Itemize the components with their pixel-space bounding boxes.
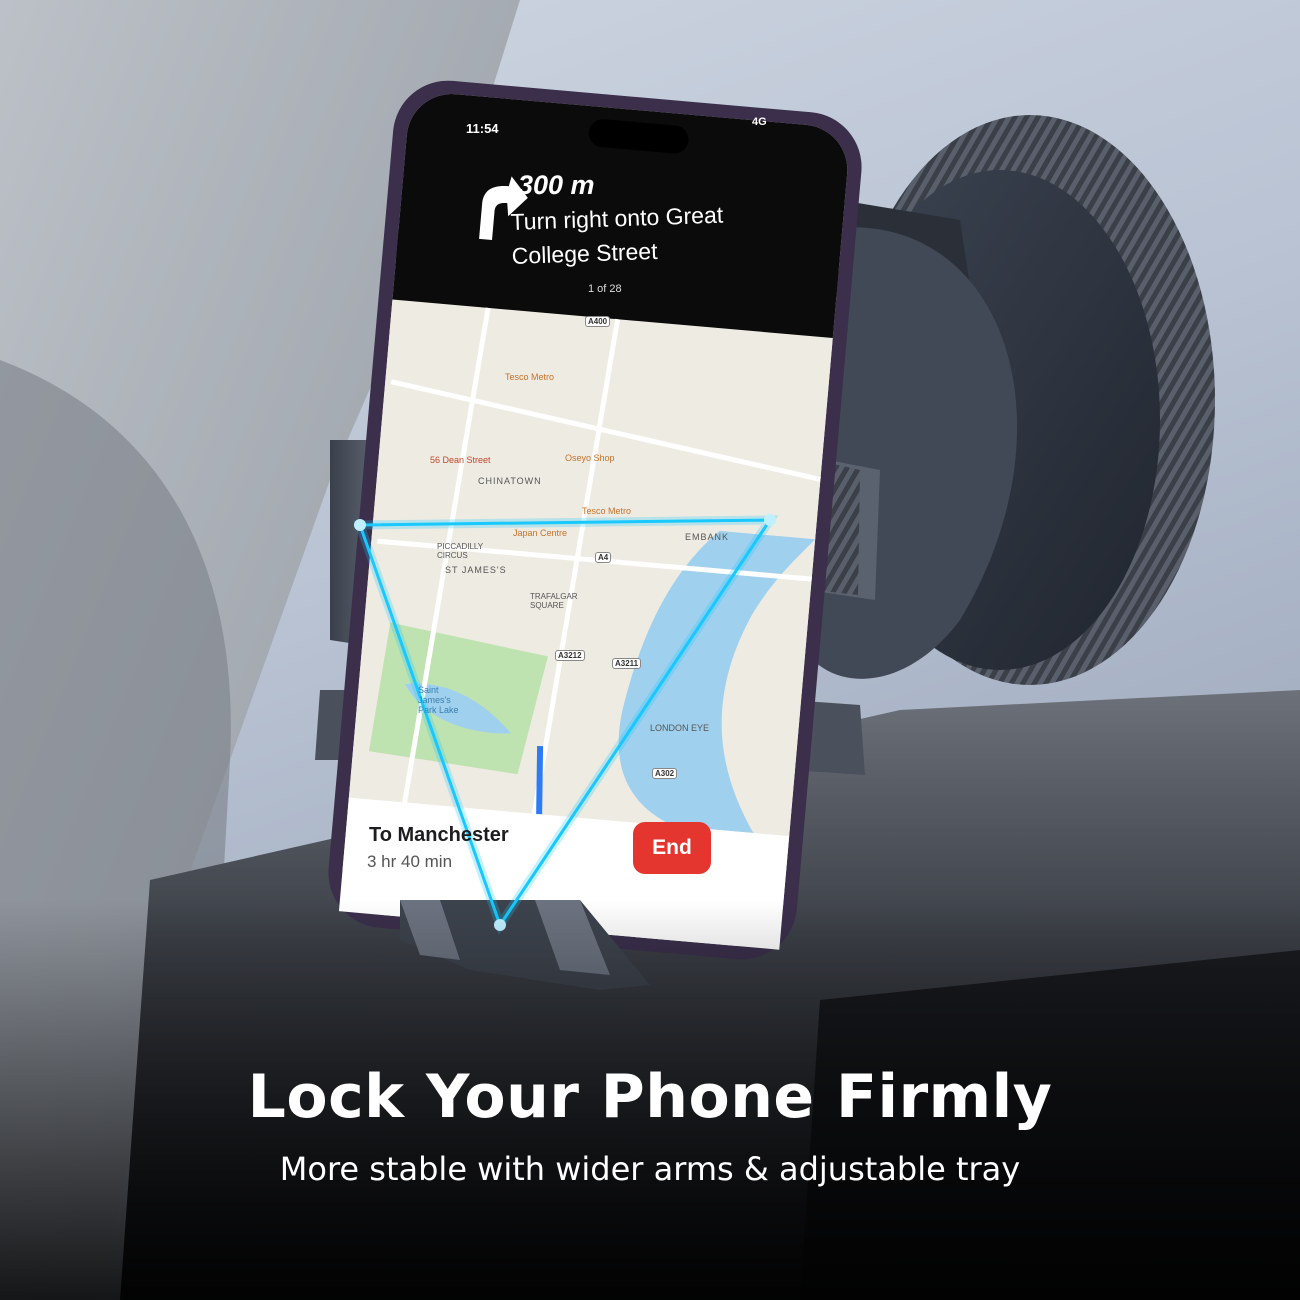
map-label: LONDON EYE (650, 723, 710, 733)
status-time: 11:54 (466, 121, 499, 136)
headline: Lock Your Phone Firmly (247, 1062, 1053, 1132)
destination-label: To Manchester (369, 824, 509, 846)
road-badge: A400 (585, 316, 611, 327)
road-badge: A3212 (555, 650, 585, 661)
map-label: 56 Dean Street (430, 455, 491, 465)
nav-step-count: 1 of 28 (588, 283, 622, 295)
nav-distance: 300 m (518, 170, 595, 200)
map-label: TRAFALGAR SQUARE (530, 592, 578, 610)
road-badge: A3211 (612, 658, 642, 669)
map-label: Tesco Metro (582, 506, 632, 516)
map-label: CHINATOWN (478, 476, 542, 486)
map-label: Saint James's Park Lake (418, 685, 459, 715)
map-label: ST JAMES'S (445, 565, 507, 575)
nav-instruction: Turn right onto Great College Street (510, 201, 724, 269)
road-badge: A302 (652, 768, 678, 779)
subline: More stable with wider arms & adjustable… (279, 1150, 1021, 1188)
road-badge: A4 (595, 552, 612, 563)
map-label: Japan Centre (513, 528, 568, 538)
map-label: PICCADILLY CIRCUS (437, 542, 483, 560)
eta-label: 3 hr 40 min (367, 852, 453, 871)
end-button[interactable]: End (633, 822, 711, 874)
map-label: EMBANK (685, 532, 730, 542)
map-label: Oseyo Shop (565, 453, 615, 463)
status-network: 4G (752, 116, 767, 128)
map-label: Tesco Metro (505, 372, 555, 382)
